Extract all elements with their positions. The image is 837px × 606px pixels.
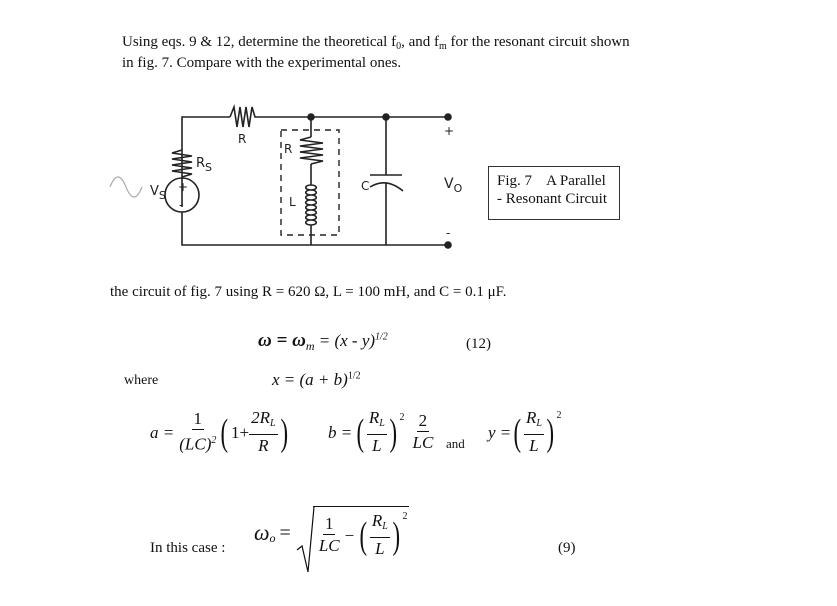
ac-sine-icon: [109, 176, 143, 198]
equation-9: ωo = 1 LC − ( RL L ) 2: [254, 506, 410, 573]
a-equation: a = 1 (LC)2 ( 1+ 2RL R ): [150, 408, 288, 455]
where-label: where: [124, 373, 159, 388]
label-RL: R: [284, 142, 292, 156]
and-label: and: [446, 436, 465, 451]
label-minus: -: [179, 198, 183, 212]
square-root: 1 LC − ( RL L ) 2: [295, 506, 410, 573]
equation-12-number: (12): [466, 336, 491, 352]
resistor-R-icon: [229, 103, 258, 128]
problem-statement: Using eqs. 9 & 12, determine the theoret…: [122, 34, 642, 72]
caption-line-1: Fig. 7 A Parallel: [497, 173, 606, 189]
equation-12: ω = ωm = (x - y)1/2: [258, 330, 388, 353]
label-R: R: [238, 132, 246, 146]
y-equation: y = ( RL L ) 2: [488, 408, 562, 455]
label-out-plus: +: [444, 124, 454, 138]
resistor-RL-icon: [299, 136, 324, 165]
equation-9-number: (9): [558, 540, 576, 556]
figure-caption: Fig. 7 A Parallel - Resonant Circuit: [488, 166, 620, 220]
label-Vs: VS: [150, 184, 166, 202]
problem-line-1: Using eqs. 9 & 12, determine the theoret…: [122, 34, 630, 52]
label-L: L: [289, 195, 296, 209]
wire-bottom: [181, 212, 448, 246]
label-C: C: [361, 179, 369, 193]
inductor-icon: [304, 184, 318, 226]
x-equation: x = (a + b)1/2: [272, 370, 361, 389]
label-Vo: VO: [444, 176, 463, 195]
problem-line-2: in fig. 7. Compare with the experimental…: [122, 55, 402, 71]
label-plus: +: [178, 180, 188, 194]
in-this-case-label: In this case :: [150, 540, 226, 556]
label-out-minus: -: [446, 226, 450, 240]
caption-line-2: - Resonant Circuit: [497, 191, 607, 207]
b-equation: b = ( RL L ) 2 2 LC: [328, 408, 434, 455]
output-terminal-minus: [444, 241, 452, 249]
parallel-resonant-circuit-diagram: R RS + - VS R L C + - VO: [109, 103, 463, 249]
resistor-Rs-icon: [171, 149, 193, 178]
component-values: the circuit of fig. 7 using R = 620 Ω, L…: [110, 284, 507, 300]
output-terminal-plus: [444, 113, 452, 121]
label-Rs: RS: [196, 156, 212, 174]
radical-sign-icon: [296, 506, 315, 573]
